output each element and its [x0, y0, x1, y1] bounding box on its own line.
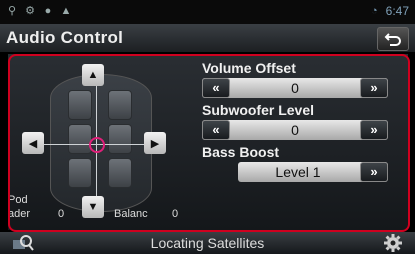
volume-offset-control: « 0 » — [202, 78, 388, 98]
settings-icon: ⚙ — [25, 5, 35, 17]
status-bar: ⚲ ⚙ ● ▲ ◔ 6:47 — [0, 0, 415, 24]
back-arrow-icon — [384, 33, 401, 46]
balance-value: 0 — [172, 208, 179, 220]
volume-offset-label: Volume Offset — [202, 60, 296, 76]
seat-mid-right — [108, 124, 132, 154]
bottom-bar: Locating Satellites — [0, 232, 415, 254]
navigation-status: Locating Satellites — [150, 235, 265, 251]
record-icon: ● — [44, 5, 52, 17]
bass-boost-control: Level 1 » — [238, 162, 388, 182]
subwoofer-level-value: 0 — [291, 122, 299, 138]
fader-rear-button[interactable]: ▼ — [82, 196, 104, 218]
balance-right-button[interactable]: ▶ — [144, 132, 166, 154]
subwoofer-level-label: Subwoofer Level — [202, 102, 315, 118]
position-cursor[interactable] — [89, 137, 105, 153]
seat-mid-left — [68, 124, 92, 154]
subwoofer-level-increase-button[interactable]: » — [360, 120, 388, 140]
back-button[interactable] — [377, 27, 409, 51]
warning-icon: ▲ — [60, 5, 72, 17]
pod-label: Pod — [8, 194, 28, 206]
fader-front-button[interactable]: ▲ — [82, 64, 104, 86]
status-time: 6:47 — [385, 4, 409, 18]
page-title: Audio Control — [6, 28, 124, 47]
title-bar: Audio Control — [0, 24, 415, 52]
bass-boost-value: Level 1 — [275, 164, 321, 180]
subwoofer-level-control: « 0 » — [202, 120, 388, 140]
seat-front-right — [108, 90, 132, 120]
fader-label: ader — [8, 208, 31, 220]
volume-offset-increase-button[interactable]: » — [360, 78, 388, 98]
seat-front-left — [68, 90, 92, 120]
arrow-left-icon: ◀ — [28, 137, 38, 150]
seat-rear-right — [108, 158, 132, 188]
volume-offset-decrease-button[interactable]: « — [202, 78, 230, 98]
fader-balance-control[interactable]: ▲ ▼ ◀ ▶ Pod ader 0 Balanc 0 — [8, 60, 184, 220]
balance-label: Balanc — [114, 208, 148, 220]
seat-rear-left — [68, 158, 92, 188]
subwoofer-level-decrease-button[interactable]: « — [202, 120, 230, 140]
arrow-down-icon: ▼ — [87, 201, 99, 213]
fader-value: 0 — [58, 208, 65, 220]
notification-icons: ⚲ ⚙ ● ▲ — [6, 5, 72, 17]
volume-offset-value: 0 — [291, 80, 299, 96]
balance-left-button[interactable]: ◀ — [22, 132, 44, 154]
arrow-right-icon: ▶ — [150, 137, 160, 150]
bass-boost-next-button[interactable]: » — [360, 162, 388, 182]
bass-boost-label: Bass Boost — [202, 144, 280, 160]
arrow-up-icon: ▲ — [87, 69, 99, 81]
usb-icon: ⚲ — [7, 5, 17, 17]
wifi-icon: ◔ — [370, 5, 378, 17]
gear-icon[interactable] — [383, 233, 403, 253]
